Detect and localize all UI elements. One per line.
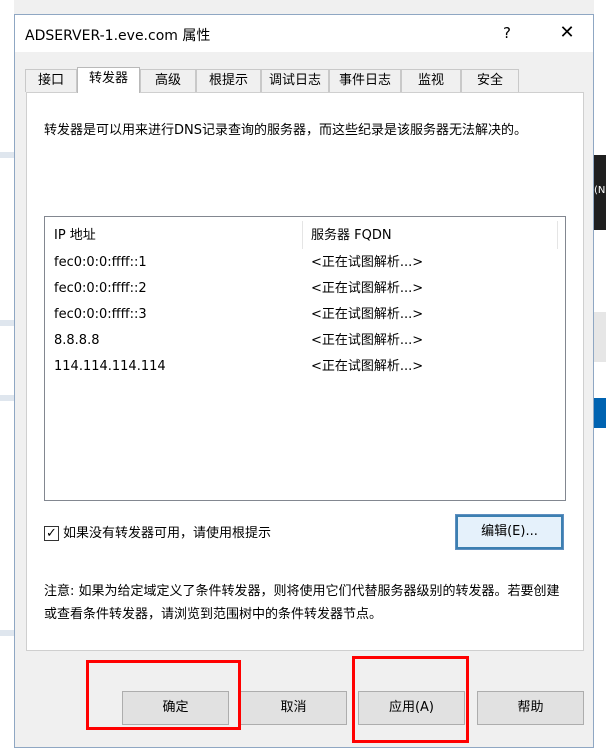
window-title: ADSERVER-1.eve.com 属性 [25, 28, 211, 44]
title-bar[interactable]: ADSERVER-1.eve.com 属性 ? ✕ [15, 15, 593, 52]
background-strip [0, 630, 14, 636]
tab-advanced[interactable]: 高级 [140, 69, 196, 92]
background-strip [0, 320, 14, 326]
background-strip [0, 152, 14, 158]
background-strip [0, 395, 14, 401]
note-text: 注意: 如果为给定域定义了条件转发器，则将使用它们代替服务器级别的转发器。若要创… [44, 584, 560, 622]
tab-security[interactable]: 安全 [461, 69, 519, 92]
table-row[interactable]: fec0:0:0:ffff::3 <正在试图解析...> [45, 303, 565, 327]
tab-debug-logging[interactable]: 调试日志 [261, 69, 329, 92]
background-gray-pane [594, 312, 606, 362]
ip-cell: 8.8.8.8 [54, 333, 100, 348]
properties-dialog: ADSERVER-1.eve.com 属性 ? ✕ 接口 转发器 高级 根提示 … [14, 14, 594, 748]
ip-cell: fec0:0:0:ffff::2 [54, 281, 147, 296]
tab-forwarders[interactable]: 转发器 [77, 67, 140, 93]
help-button[interactable]: 帮助 [477, 691, 584, 725]
use-root-hints-checkbox[interactable]: ✓ [44, 526, 59, 541]
background-dark-pane: (N [594, 155, 606, 230]
fqdn-cell: <正在试图解析...> [311, 281, 424, 296]
tab-event-logging[interactable]: 事件日志 [329, 69, 401, 92]
apply-button[interactable]: 应用(A) [358, 691, 465, 725]
intro-text: 转发器是可以用来进行DNS记录查询的服务器，而这些纪录是该服务器无法解决的。 [44, 123, 527, 138]
help-icon[interactable]: ? [495, 21, 519, 45]
forwarders-panel: 转发器是可以用来进行DNS记录查询的服务器，而这些纪录是该服务器无法解决的。 I… [26, 92, 584, 651]
fqdn-cell: <正在试图解析...> [311, 255, 424, 270]
background-window-right [594, 0, 606, 748]
ip-cell: 114.114.114.114 [54, 359, 166, 374]
table-row[interactable]: 114.114.114.114 <正在试图解析...> [45, 355, 565, 379]
cancel-button[interactable]: 取消 [240, 691, 347, 725]
tab-monitoring[interactable]: 监视 [401, 69, 461, 92]
fqdn-cell: <正在试图解析...> [311, 359, 424, 374]
column-header-ip[interactable]: IP 地址 [54, 226, 96, 246]
ok-button[interactable]: 确定 [122, 691, 229, 725]
forwarders-list[interactable]: IP 地址 服务器 FQDN fec0:0:0:ffff::1 <正在试图解析.… [44, 216, 566, 501]
table-row[interactable]: fec0:0:0:ffff::2 <正在试图解析...> [45, 277, 565, 301]
use-root-hints-label[interactable]: 如果没有转发器可用，请使用根提示 [63, 525, 271, 543]
ip-cell: fec0:0:0:ffff::3 [54, 307, 147, 322]
table-row[interactable]: fec0:0:0:ffff::1 <正在试图解析...> [45, 251, 565, 275]
ip-cell: fec0:0:0:ffff::1 [54, 255, 147, 270]
fqdn-cell: <正在试图解析...> [311, 307, 424, 322]
column-divider[interactable] [557, 221, 558, 249]
column-header-fqdn[interactable]: 服务器 FQDN [311, 226, 392, 246]
close-icon[interactable]: ✕ [555, 21, 579, 45]
fqdn-cell: <正在试图解析...> [311, 333, 424, 348]
background-blue-pane [594, 398, 606, 428]
tab-interfaces[interactable]: 接口 [25, 69, 77, 92]
column-divider[interactable] [302, 221, 303, 249]
table-row[interactable]: 8.8.8.8 <正在试图解析...> [45, 329, 565, 353]
edit-button[interactable]: 编辑(E)... [455, 514, 564, 550]
tab-root-hints[interactable]: 根提示 [196, 69, 261, 92]
